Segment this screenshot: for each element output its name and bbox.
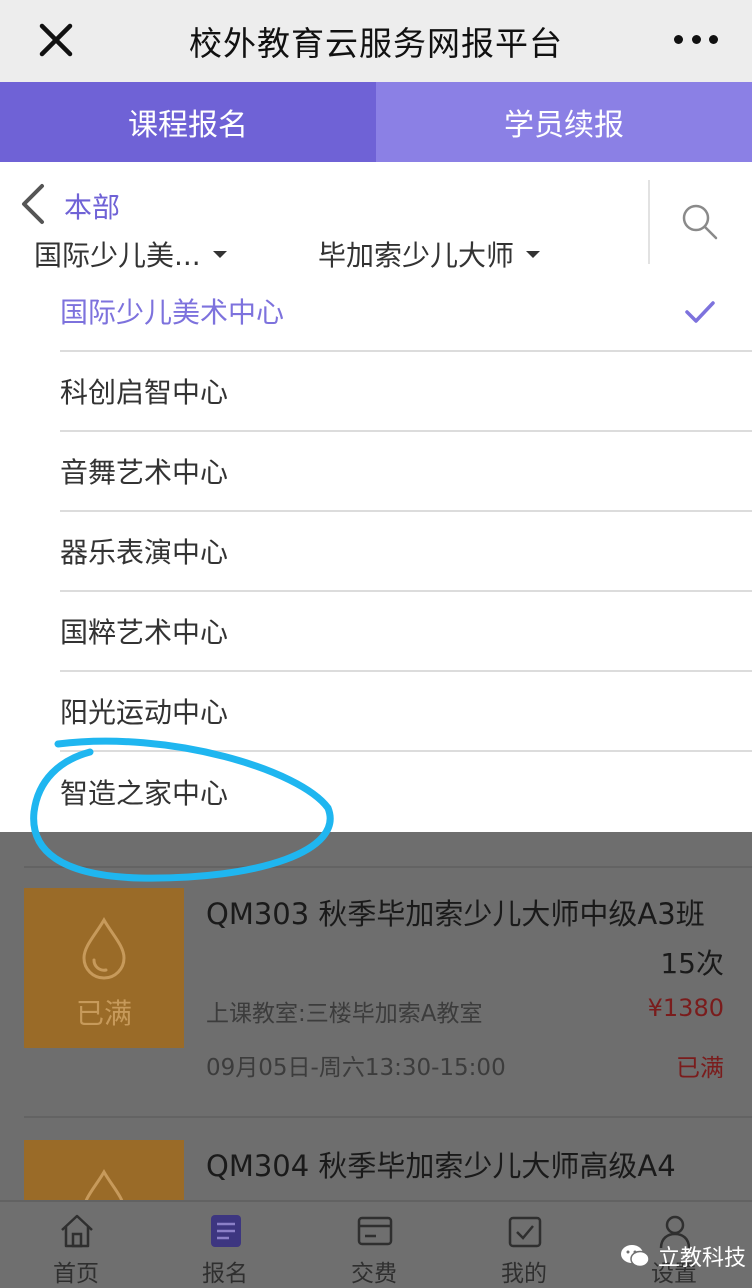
more-icon[interactable]	[674, 24, 718, 54]
course-status: 已满	[676, 1054, 724, 1082]
center-dropdown-value: 国际少儿美...	[34, 239, 201, 272]
dimmed-course-list[interactable]: 已满 QM303 秋季毕加索少儿大师中级A3班 15次 上课教室:三楼毕加索A教…	[0, 832, 752, 1200]
document-icon	[211, 1215, 241, 1247]
wechat-icon	[621, 1245, 650, 1268]
center-dropdown[interactable]: 国际少儿美...	[34, 234, 227, 274]
top-tabs: 课程报名 学员续报	[0, 82, 752, 162]
center-option-label: 国粹艺术中心	[60, 616, 229, 649]
droplet-icon	[84, 1168, 124, 1200]
divider	[24, 866, 752, 868]
center-option[interactable]: 科创启智中心	[60, 352, 752, 432]
droplet-icon	[82, 916, 126, 980]
divider	[24, 1116, 752, 1118]
course-thumbnail	[24, 1140, 184, 1200]
divider	[648, 180, 650, 264]
close-icon[interactable]	[36, 20, 76, 60]
back-link[interactable]: 本部	[64, 186, 120, 226]
center-option[interactable]: 阳光运动中心	[60, 672, 752, 752]
tab-course-signup[interactable]: 课程报名	[0, 82, 376, 162]
home-icon	[61, 1214, 93, 1248]
bottom-tab-label: 我的	[501, 1261, 547, 1287]
bottom-tab-mine[interactable]: 我的	[474, 1202, 574, 1288]
bottom-tab-payment[interactable]: 交费	[324, 1202, 424, 1288]
full-badge: 已满	[75, 997, 132, 1030]
watermark: 立教科技	[620, 1240, 746, 1272]
course-classroom: 上课教室:三楼毕加索A教室	[206, 1001, 483, 1027]
tab-student-renewal[interactable]: 学员续报	[376, 82, 752, 162]
course-dropdown[interactable]: 毕加索少儿大师	[318, 234, 541, 274]
center-option-label: 智造之家中心	[60, 777, 229, 810]
check-icon	[685, 301, 715, 323]
bottom-tab-label: 报名	[202, 1261, 248, 1287]
watermark-text: 立教科技	[658, 1246, 747, 1271]
center-option-selected[interactable]: 国际少儿美术中心	[60, 272, 752, 352]
center-option-list: 国际少儿美术中心 科创启智中心 音舞艺术中心 器乐表演中心 国粹艺术中心 阳光运…	[0, 272, 752, 832]
checkbox-icon	[508, 1216, 542, 1248]
course-price: ¥1380	[647, 994, 724, 1022]
caret-down-icon	[526, 250, 541, 258]
center-option[interactable]: 音舞艺术中心	[60, 432, 752, 512]
card-icon	[357, 1216, 393, 1246]
bottom-tab-home[interactable]: 首页	[26, 1202, 126, 1288]
center-option-label: 阳光运动中心	[60, 696, 229, 729]
title-bar: 校外教育云服务网报平台	[0, 0, 752, 82]
caret-down-icon	[212, 250, 227, 258]
filter-bar: 本部 国际少儿美... 毕加索少儿大师	[0, 162, 752, 282]
bottom-tab-label: 交费	[351, 1261, 397, 1287]
search-icon[interactable]	[680, 202, 720, 242]
page-title: 校外教育云服务网报平台	[189, 24, 563, 63]
course-thumbnail: 已满	[24, 888, 184, 1048]
center-option-label: 器乐表演中心	[60, 536, 229, 569]
center-option-label: 音舞艺术中心	[60, 456, 229, 489]
bottom-tab-signup[interactable]: 报名	[175, 1202, 275, 1288]
bottom-tab-label: 首页	[53, 1261, 99, 1287]
course-title: QM304 秋季毕加索少儿大师高级A4	[206, 1149, 676, 1183]
center-option-label: 国际少儿美术中心	[60, 296, 285, 329]
course-title: QM303 秋季毕加索少儿大师中级A3班	[206, 897, 705, 931]
center-option[interactable]: 智造之家中心	[60, 752, 752, 832]
course-session-count: 15次	[660, 947, 724, 980]
center-option[interactable]: 器乐表演中心	[60, 512, 752, 592]
center-option-label: 科创启智中心	[60, 376, 229, 409]
course-time: 09月05日-周六13:30-15:00	[206, 1055, 506, 1081]
center-option[interactable]: 国粹艺术中心	[60, 592, 752, 672]
course-dropdown-value: 毕加索少儿大师	[318, 239, 515, 272]
chevron-left-icon[interactable]	[18, 182, 48, 226]
